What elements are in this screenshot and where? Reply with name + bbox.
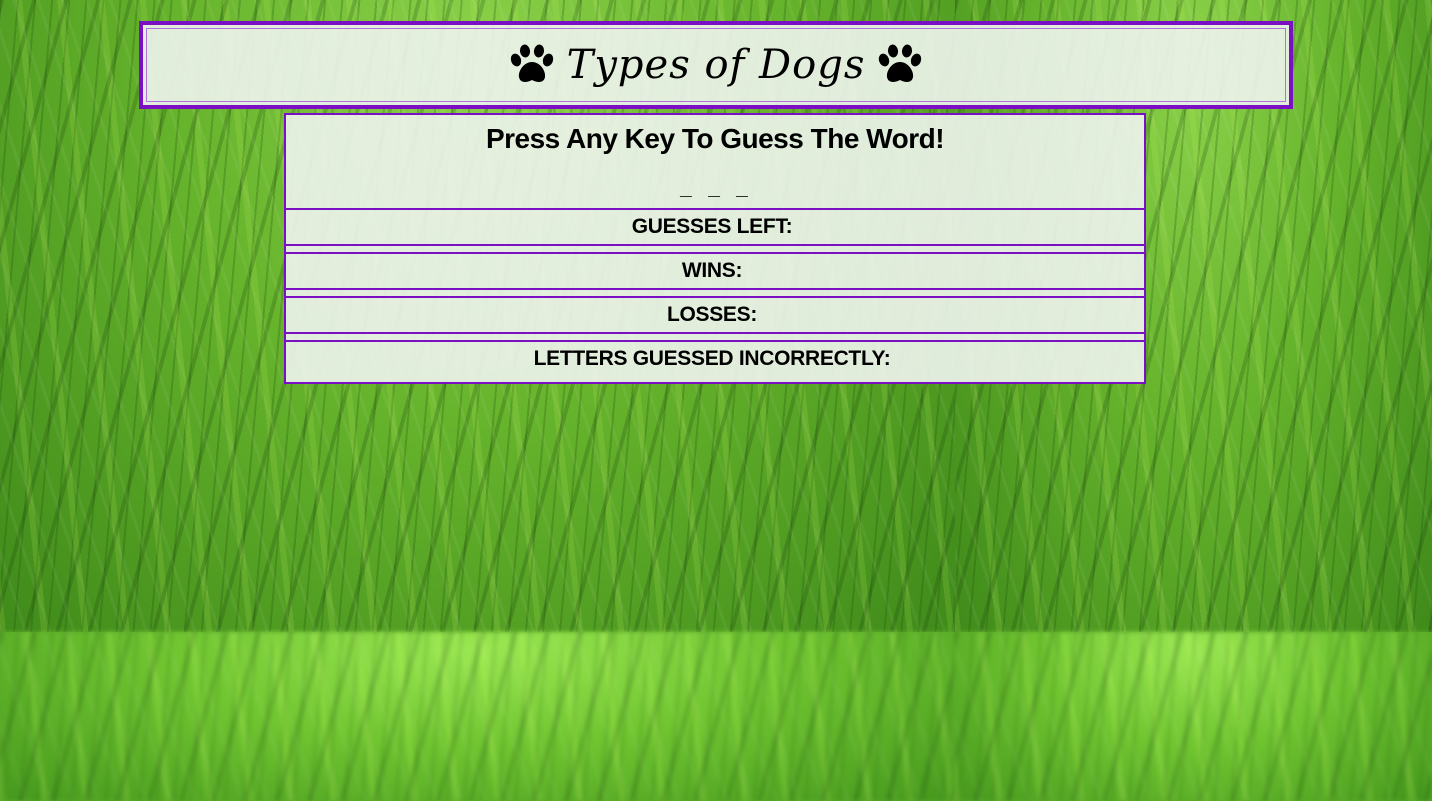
grass-background-tile [0, 632, 955, 801]
guesses-left-label: GUESSES LEFT: [631, 215, 793, 238]
losses-row: LOSSES: [286, 296, 1144, 334]
incorrect-letters-row: LETTERS GUESSED INCORRECTLY: [286, 340, 1144, 376]
grass-background-tile [955, 632, 1432, 801]
guesses-left-row: GUESSES LEFT: [286, 210, 1144, 246]
page-title: Types of Dogs [566, 42, 866, 88]
paw-print-icon [879, 44, 922, 82]
game-prompt: Press Any Key To Guess The Word! [485, 123, 945, 154]
word-display: _ _ _ [679, 173, 751, 197]
prompt-section: Press Any Key To Guess The Word! _ _ _ [286, 115, 1144, 210]
losses-label: LOSSES: [666, 303, 758, 326]
wins-label: WINS: [681, 259, 743, 282]
incorrect-letters-label: LETTERS GUESSED INCORRECTLY: [533, 347, 891, 370]
wins-row: WINS: [286, 252, 1144, 290]
title-banner: Types of Dogs [139, 21, 1293, 109]
game-panel: Press Any Key To Guess The Word! _ _ _ G… [284, 113, 1146, 384]
paw-print-icon [510, 44, 553, 82]
